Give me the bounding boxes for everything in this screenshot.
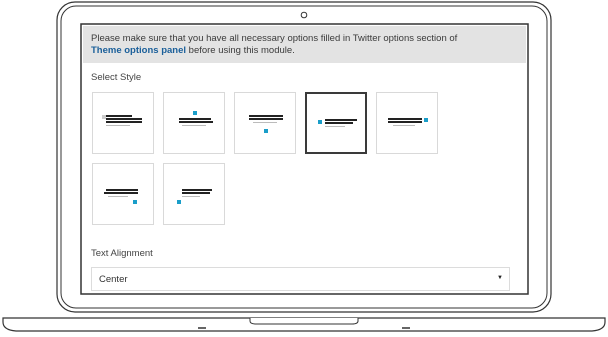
notice-suffix: before using this module. <box>188 45 295 56</box>
notice-text: Please make sure that you have all neces… <box>91 33 458 44</box>
style-tile-3[interactable] <box>234 92 296 154</box>
tweet-lines-dot-bottom-right-icon <box>93 164 153 224</box>
style-tile-5[interactable] <box>376 92 438 154</box>
style-tile-6[interactable] <box>92 163 154 225</box>
text-alignment-select[interactable]: Center ▼ <box>91 267 510 291</box>
tweet-lines-dot-left-icon <box>307 94 365 152</box>
style-tile-1[interactable] <box>92 92 154 154</box>
notice-banner: Please make sure that you have all neces… <box>83 26 526 63</box>
tweet-lines-dot-bottom-left-icon <box>164 164 224 224</box>
style-tile-7[interactable] <box>163 163 225 225</box>
webcam-icon <box>300 11 308 19</box>
screen: Please make sure that you have all neces… <box>83 26 526 292</box>
text-alignment-value: Center <box>99 274 128 285</box>
style-tile-2[interactable] <box>163 92 225 154</box>
tweet-lines-dot-bottom-icon <box>235 93 295 153</box>
text-alignment-label: Text Alignment <box>91 248 153 259</box>
tweet-lines-dot-right-icon <box>377 93 437 153</box>
select-style-label: Select Style <box>91 72 142 83</box>
tweet-lines-top-left-dot-icon <box>93 93 153 153</box>
tweet-lines-dot-top-icon <box>164 93 224 153</box>
chevron-down-icon: ▼ <box>497 275 503 281</box>
style-tile-4[interactable] <box>305 92 367 154</box>
theme-options-link[interactable]: Theme options panel <box>91 45 186 56</box>
